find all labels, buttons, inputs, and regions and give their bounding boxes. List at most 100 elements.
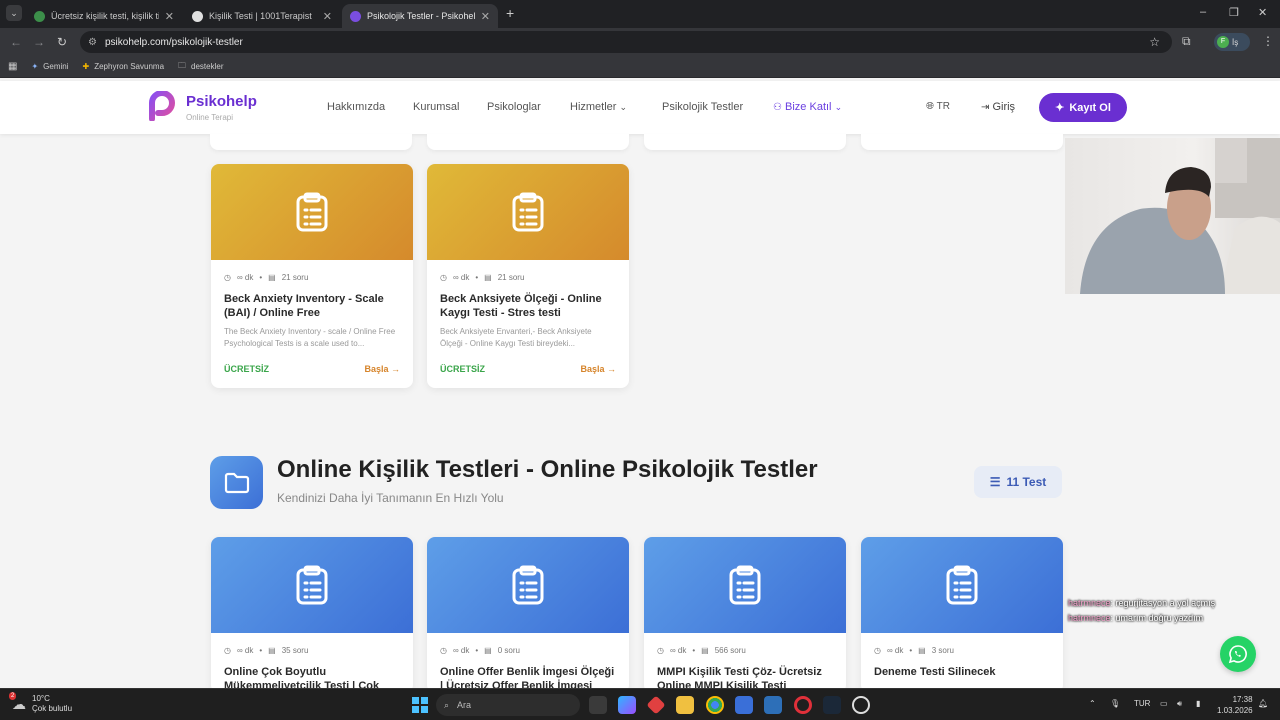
battery-icon[interactable]: ▮: [1196, 699, 1200, 708]
whatsapp-button[interactable]: [1220, 636, 1256, 672]
card-meta: ◷ ∞ dk • ▤ 35 soru: [211, 633, 413, 655]
start-button[interactable]: [412, 697, 428, 713]
mail-icon[interactable]: [764, 696, 782, 714]
profile-button[interactable]: F İş: [1214, 33, 1250, 51]
tray-chevron-up-icon[interactable]: ⌃: [1089, 699, 1096, 708]
close-tab-icon[interactable]: ✕: [323, 10, 332, 23]
extensions-icon[interactable]: ⧉: [1182, 34, 1191, 49]
url-field[interactable]: ⚙ psikohelp.com/psikolojik-testler ☆: [80, 31, 1172, 53]
restore-icon[interactable]: ❐: [1229, 6, 1239, 19]
nav-psikolojik-testler[interactable]: Psikolojik Testler: [662, 101, 743, 113]
weather-condition: Çok bulutlu: [32, 704, 73, 713]
start-label: Başla: [364, 364, 389, 374]
close-tab-icon[interactable]: ✕: [165, 10, 174, 23]
site-info-icon[interactable]: ⚙: [88, 37, 97, 48]
notifications-icon[interactable]: 🔔︎: [1258, 699, 1268, 708]
bookmark-label: Zephyron Savunma: [94, 62, 165, 71]
register-button[interactable]: ✦ Kayıt Ol: [1039, 93, 1127, 122]
steam-icon[interactable]: [823, 696, 841, 714]
nav-kurumsal[interactable]: Kurumsal: [413, 101, 459, 113]
card-duration: ∞ dk: [452, 646, 470, 655]
start-link[interactable]: Başla →: [580, 364, 616, 374]
document-icon: ▤: [918, 646, 926, 655]
test-card[interactable]: ◷ ∞ dk • ▤ 35 soru Online Çok Boyutlu Mü…: [211, 537, 413, 693]
back-icon[interactable]: ←: [10, 35, 22, 49]
microphone-icon[interactable]: 🎙︎: [1110, 699, 1120, 708]
task-view-icon[interactable]: [589, 696, 607, 714]
reload-icon[interactable]: ↻: [57, 35, 67, 49]
new-tab-icon[interactable]: +: [506, 5, 514, 21]
test-card[interactable]: ◷ ∞ dk • ▤ 21 soru Beck Anxiety Inventor…: [211, 164, 413, 388]
temperature: 10°C: [32, 694, 50, 703]
nav-hakkimizda[interactable]: Hakkımızda: [327, 101, 385, 113]
language-selector[interactable]: 🌐︎ TR: [926, 101, 950, 112]
card-banner: [427, 537, 629, 633]
chrome-icon[interactable]: [706, 696, 724, 714]
clock-icon: ◷: [440, 273, 447, 282]
card-description: The Beck Anxiety Inventory - scale / Onl…: [224, 327, 396, 348]
forward-icon[interactable]: →: [33, 35, 45, 49]
test-card[interactable]: ◷ ∞ dk • ▤ 566 soru MMPI Kişilik Testi Ç…: [644, 537, 846, 693]
brand-name[interactable]: Psikohelp: [186, 93, 257, 110]
apps-grid-icon[interactable]: ▦: [8, 61, 17, 72]
start-link[interactable]: Başla →: [364, 364, 400, 374]
folder-icon: 🗀: [178, 60, 187, 70]
card-meta: ◷ ∞ dk • ▤ 0 soru: [427, 633, 629, 655]
tab-2[interactable]: Kişilik Testi | 1001Terapist ✕: [184, 4, 340, 28]
separator-dot: •: [475, 646, 479, 655]
app-red-icon[interactable]: [646, 695, 666, 715]
test-card[interactable]: ◷ ∞ dk • ▤ 3 soru Deneme Testi Silinecek: [861, 537, 1063, 693]
bookmark-gemini[interactable]: ✦ Gemini: [31, 62, 68, 71]
bookmark-star-icon[interactable]: ☆: [1149, 35, 1160, 49]
psikohelp-logo-icon[interactable]: [148, 91, 176, 121]
card-title[interactable]: Beck Anksiyete Ölçeği - Online Kaygı Tes…: [427, 282, 629, 320]
volume-icon[interactable]: 🔊︎: [1177, 699, 1182, 709]
bookmark-zephyron[interactable]: ✚ Zephyron Savunma: [83, 62, 165, 71]
weather-badge: 2: [9, 691, 17, 700]
taskbar-clock[interactable]: 17:38 1.03.2026: [1217, 694, 1253, 716]
opera-icon[interactable]: [794, 696, 812, 714]
tab-search-icon[interactable]: ⌄: [6, 5, 22, 21]
login-link[interactable]: ⇥ Giriş: [981, 101, 1015, 113]
bookmark-folder-destekler[interactable]: 🗀 destekler: [178, 60, 223, 74]
card-questions: 0 soru: [497, 646, 520, 655]
app-circle-icon[interactable]: [852, 696, 870, 714]
price-badge: ÜCRETSİZ: [440, 364, 485, 374]
minimize-icon[interactable]: –: [1200, 6, 1206, 18]
test-card[interactable]: ◷ ∞ dk • ▤ 21 soru Beck Anksiyete Ölçeği…: [427, 164, 629, 388]
separator-dot: •: [692, 646, 696, 655]
language-label: TR: [936, 101, 950, 112]
taskbar-search[interactable]: ⌕ Ara: [436, 694, 580, 716]
copilot-icon[interactable]: [618, 696, 636, 714]
tab-title: Kişilik Testi | 1001Terapist: [209, 11, 312, 21]
keyboard-language[interactable]: TUR: [1134, 699, 1150, 708]
tab-3-active[interactable]: Psikolojik Testler - Psikohelp ✕: [342, 4, 498, 28]
nav-hizmetler[interactable]: Hizmetler ⌄: [570, 101, 627, 113]
card-title[interactable]: Beck Anxiety Inventory - Scale (BAI) / O…: [211, 282, 413, 320]
weather-widget[interactable]: ☁ 2 10°C Çok bulutlu: [9, 691, 73, 714]
file-explorer-icon[interactable]: [676, 696, 694, 714]
network-icon[interactable]: ▭: [1160, 699, 1168, 708]
store-icon[interactable]: [735, 696, 753, 714]
test-count: 11 Test: [1006, 475, 1047, 489]
clock-icon: ◷: [657, 646, 664, 655]
date: 1.03.2026: [1217, 706, 1253, 715]
close-tab-icon[interactable]: ✕: [481, 10, 490, 23]
chat-user: hatrmnece: [1068, 598, 1111, 608]
document-icon: ▤: [268, 646, 276, 655]
section-folder-icon: [210, 456, 263, 509]
card-meta: ◷ ∞ dk • ▤ 566 soru: [644, 633, 846, 655]
nav-psikologlar[interactable]: Psikologlar: [487, 101, 541, 113]
close-window-icon[interactable]: ✕: [1258, 6, 1267, 19]
clipboard-icon: [946, 565, 978, 605]
card-footer: ÜCRETSİZ Başla →: [427, 350, 629, 388]
taskbar: ☁ 2 10°C Çok bulutlu ⌕ Ara ⌃ 🎙︎ TUR ▭ 🔊︎ …: [0, 688, 1280, 720]
tab-1[interactable]: Ücretsiz kişilik testi, kişilik tipi a ✕: [26, 4, 182, 28]
nav-bize-katil[interactable]: ⚇ Bize Katıl ⌄: [773, 101, 842, 113]
site-header: Psikohelp Online Terapi Hakkımızda Kurum…: [0, 81, 1280, 134]
address-bar-row: ← → ↻ ⚙ psikohelp.com/psikolojik-testler…: [0, 28, 1280, 56]
search-icon: ⌕: [444, 699, 450, 710]
test-card[interactable]: ◷ ∞ dk • ▤ 0 soru Online Offer Benlik İm…: [427, 537, 629, 693]
browser-menu-icon[interactable]: ⋮: [1262, 34, 1274, 48]
search-placeholder: Ara: [457, 700, 472, 710]
